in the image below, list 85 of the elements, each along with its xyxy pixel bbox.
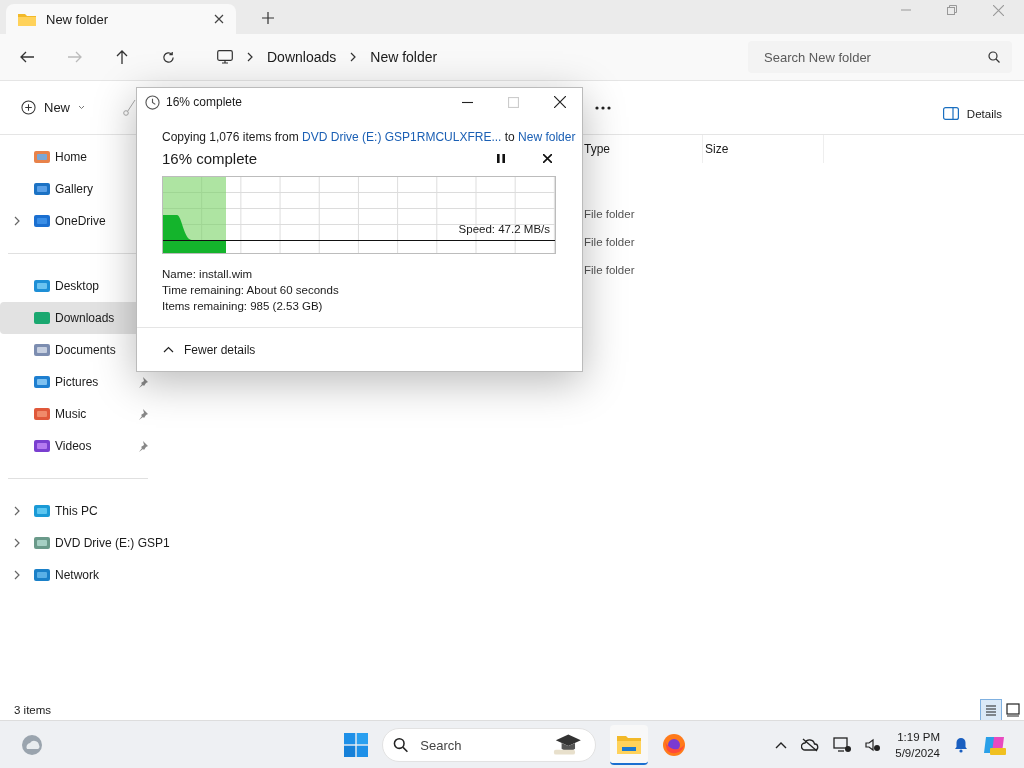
search-input[interactable]: Search (418, 736, 543, 754)
taskbar-search-field[interactable]: Search (382, 728, 596, 762)
detail-value: 985 (2.53 GB) (250, 300, 323, 312)
tiles-view-icon[interactable] (1006, 703, 1020, 717)
sidebar-item[interactable]: Network (0, 559, 172, 591)
monitor-icon[interactable] (217, 50, 233, 64)
refresh-icon[interactable] (162, 50, 175, 64)
more-icon[interactable] (595, 105, 611, 110)
folder-icon (34, 406, 50, 422)
detail-value: install.wim (199, 268, 253, 280)
caret-icon (78, 105, 85, 110)
chevron-up-icon (163, 346, 174, 353)
sidebar-item[interactable]: This PC (0, 495, 172, 527)
chevron-icon[interactable] (14, 570, 20, 580)
tab-title: New folder (46, 11, 110, 27)
plus-icon (21, 100, 36, 115)
close-icon[interactable] (554, 96, 566, 108)
chevron-icon[interactable] (247, 52, 253, 62)
detail-label: Name: (162, 268, 196, 280)
sidebar-item[interactable]: Videos (0, 430, 172, 462)
detail-label: Time remaining: (162, 284, 245, 296)
folder-tab[interactable]: New folder (6, 4, 236, 34)
dialog-title: 16% complete (166, 95, 243, 109)
table-cell: File folder (584, 264, 635, 276)
clock-date[interactable]: 5/9/2024 (895, 744, 940, 761)
browser-icon[interactable] (662, 733, 686, 757)
speed-curve-drawing (163, 215, 227, 253)
up-arrow-icon[interactable] (116, 50, 128, 64)
progress-heading: 16% complete (162, 149, 259, 167)
folder-icon (34, 149, 50, 165)
network-icon[interactable] (833, 736, 852, 753)
close-icon[interactable] (214, 14, 224, 24)
new-button[interactable]: New (15, 94, 91, 121)
folder-icon (34, 181, 50, 197)
list-view-icon[interactable] (980, 699, 1002, 721)
folder-icon (34, 310, 50, 326)
bell-icon[interactable] (954, 736, 968, 753)
search-field[interactable]: Search New folder (748, 41, 1012, 73)
folder-icon (34, 342, 50, 358)
destination-link[interactable]: New folder (518, 130, 576, 144)
sidebar-item[interactable]: Music (0, 398, 172, 430)
source-link[interactable]: DVD Drive (E:) GSP1RMCULXFRE... (302, 130, 502, 144)
folder-icon (34, 438, 50, 454)
folder-icon (34, 567, 50, 583)
back-arrow-icon[interactable] (20, 51, 34, 63)
chevron-icon[interactable] (14, 216, 20, 226)
speed-reading: Speed: 47.2 MB/s (458, 223, 550, 235)
folder-icon (18, 12, 36, 26)
folder-icon (34, 503, 50, 519)
folder-icon (34, 374, 50, 390)
pin-icon[interactable] (138, 408, 148, 420)
sidebar-item[interactable]: DVD Drive (E:) GSP1 (0, 527, 172, 559)
panel-icon (942, 107, 959, 120)
close-icon[interactable] (543, 153, 552, 163)
pause-icon[interactable] (497, 153, 505, 163)
cloud-off-icon[interactable] (801, 737, 820, 752)
chevron-icon[interactable] (14, 538, 20, 548)
item-count: 3 items (14, 704, 52, 716)
table-cell: File folder (584, 208, 635, 220)
search-input[interactable]: Search New folder (762, 48, 988, 66)
column-header[interactable]: Size (703, 135, 824, 163)
breadcrumb[interactable]: New folder (370, 49, 438, 65)
speaker-muted-icon[interactable] (865, 736, 882, 753)
file-explorer-icon[interactable] (610, 725, 648, 765)
search-icon (393, 737, 409, 753)
pin-icon[interactable] (138, 440, 148, 452)
start-icon[interactable] (344, 733, 368, 757)
details-button[interactable]: Details (936, 99, 1008, 128)
chevron-up-icon[interactable] (775, 740, 788, 749)
chevron-icon[interactable] (14, 506, 20, 516)
folder-icon (34, 213, 50, 229)
detail-value: About 60 seconds (246, 284, 339, 296)
clock-time[interactable]: 1:19 PM (897, 728, 940, 745)
search-icon (988, 51, 1000, 63)
folder-icon (34, 535, 50, 551)
table-cell: File folder (584, 236, 635, 248)
sidebar-item[interactable]: Pictures (0, 366, 172, 398)
clock-icon (145, 94, 160, 110)
add-tab-icon[interactable] (262, 12, 274, 24)
breadcrumb[interactable]: Downloads (267, 49, 337, 65)
sidebar-item[interactable]: OneDrive (0, 205, 172, 237)
pin-icon[interactable] (138, 376, 148, 388)
chevron-icon[interactable] (350, 52, 357, 62)
folder-icon (34, 278, 50, 294)
sidebar-item[interactable]: Gallery (0, 173, 172, 205)
